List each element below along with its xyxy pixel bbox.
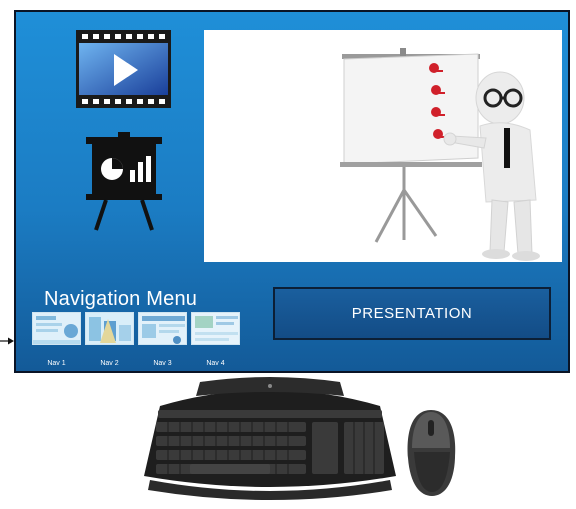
presentation-board-icon[interactable] (82, 132, 166, 232)
pointer-arrow-icon (0, 337, 14, 345)
nav-3-thumbnail[interactable] (138, 312, 187, 345)
nav-4-label[interactable]: Nav 4 (191, 360, 240, 367)
navigation-thumbnails (32, 312, 240, 346)
navigation-labels: Nav 1 Nav 2 Nav 3 Nav 4 (32, 360, 240, 367)
presentation-button[interactable]: PRESENTATION (273, 287, 551, 340)
keyboard-icon (144, 377, 396, 500)
display-screen: Navigation Menu Nav 1 Nav 2 Nav 3 Nav 4 … (14, 10, 570, 373)
nav-2-thumbnail[interactable] (85, 312, 134, 345)
nav-4-thumbnail[interactable] (191, 312, 240, 345)
presenter-photo (204, 30, 562, 262)
nav-3-label[interactable]: Nav 3 (138, 360, 187, 367)
video-player-icon[interactable] (76, 30, 171, 108)
mouse-icon (407, 410, 456, 496)
nav-1-label[interactable]: Nav 1 (32, 360, 81, 367)
nav-2-label[interactable]: Nav 2 (85, 360, 134, 367)
navigation-menu-title: Navigation Menu (44, 288, 198, 310)
nav-1-thumbnail[interactable] (32, 312, 81, 345)
